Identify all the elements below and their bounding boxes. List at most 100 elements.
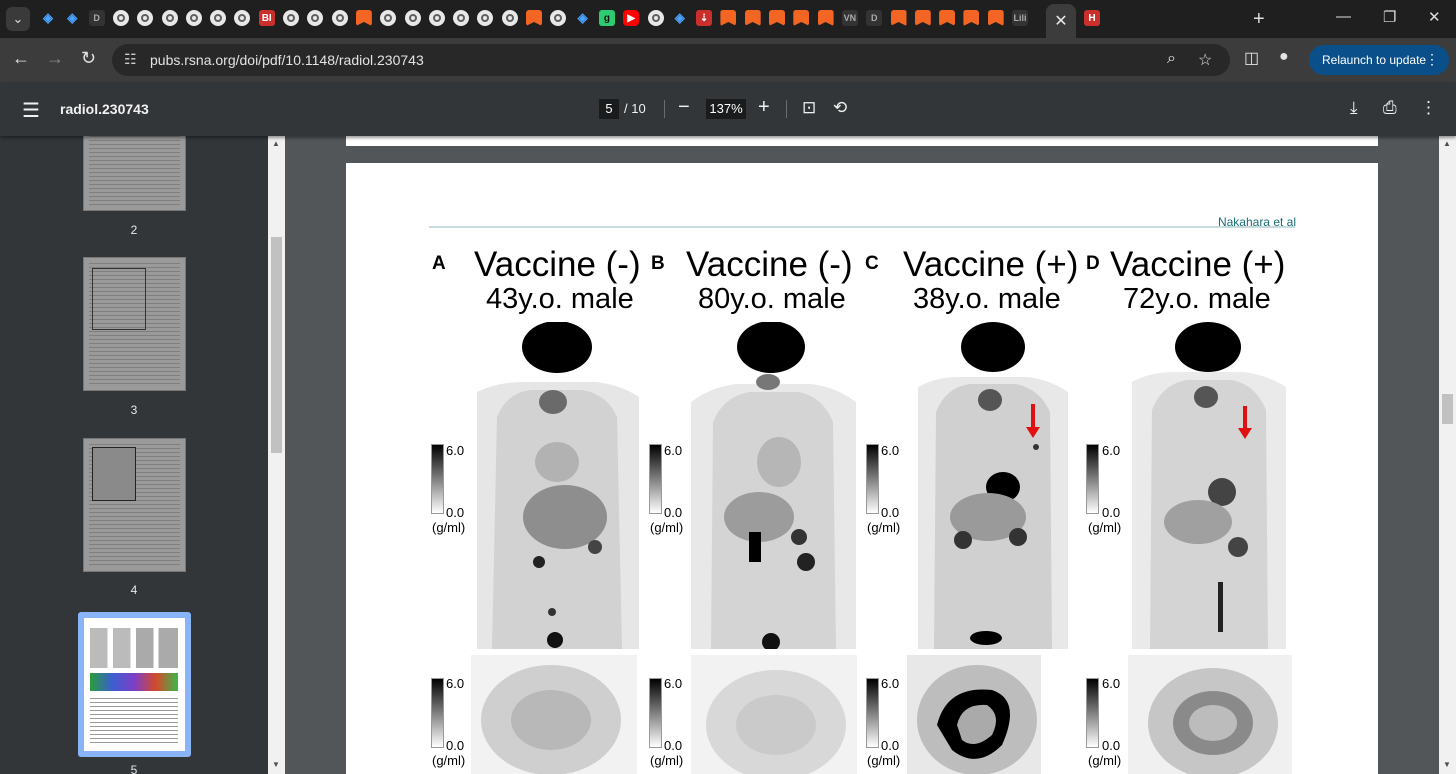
globe-tab-icon[interactable] [501,10,518,26]
globe-tab-icon[interactable] [428,10,445,26]
zoom-out-icon[interactable]: − [678,96,690,119]
globe-tab-icon[interactable] [380,10,397,26]
globe-tab-icon[interactable] [307,10,324,26]
document-scroll-thumb[interactable] [1442,394,1453,424]
orange-tab-icon[interactable] [890,10,907,26]
scale-min: 0.0 [1102,505,1121,520]
thumbnail-page-4[interactable] [83,438,186,572]
panel-title: Vaccine (+) [1110,245,1286,284]
forward-icon[interactable]: → [46,48,64,69]
globe-tab-icon[interactable] [331,10,348,26]
dark-d-tab-icon[interactable]: D [88,10,105,26]
dark-d-tab-icon[interactable]: D [866,10,883,26]
address-bar[interactable]: ☷ pubs.rsna.org/doi/pdf/10.1148/radiol.2… [112,44,1230,76]
globe-tab-icon[interactable] [404,10,421,26]
more-options-icon[interactable]: ⋮ [1420,98,1437,118]
zoom-icon[interactable]: ⌕ [1167,50,1176,68]
document-scrollbar[interactable]: ▲ ▼ [1439,136,1456,774]
scroll-down-icon[interactable]: ▼ [272,760,280,769]
dark-lili-tab-icon[interactable]: Lili [1012,10,1028,26]
scale-min: 0.0 [664,505,683,520]
restore-icon[interactable]: ❐ [1383,8,1396,26]
red-arrow-tab-icon[interactable]: ⇣ [696,10,713,26]
color-scale-bar [649,444,662,514]
scroll-down-icon[interactable]: ▼ [1443,760,1451,769]
scroll-up-icon[interactable]: ▲ [272,139,280,148]
side-panel-icon[interactable]: ◫ [1244,48,1259,68]
back-icon[interactable]: ← [12,48,30,69]
active-tab[interactable]: ✕ [1046,4,1076,38]
globe-tab-icon[interactable] [112,10,129,26]
panel-title: Vaccine (-) [474,245,641,284]
color-scale-bar [1086,678,1099,748]
green-g-tab-icon[interactable]: g [598,10,615,26]
menu-dots-icon[interactable]: ⋮ [1425,51,1439,68]
globe-tab-icon[interactable] [185,10,202,26]
hamburger-menu-icon[interactable]: ☰ [22,98,40,123]
orange-tab-icon[interactable] [769,10,785,26]
orange-tab-icon[interactable] [744,10,761,26]
panel-title: Vaccine (+) [903,245,1079,284]
profile-icon[interactable]: ● [1279,48,1289,66]
globe-tab-icon[interactable] [283,10,299,26]
youtube-tab-icon[interactable]: ▶ [623,10,640,26]
divider [786,100,787,118]
globe-tab-icon[interactable] [210,10,227,26]
orange-tab-icon[interactable] [355,10,372,26]
orange-tab-icon[interactable] [939,10,956,26]
thumbnail-page-2[interactable] [83,136,186,211]
sidebar-scrollbar[interactable]: ▲ ▼ [268,136,285,774]
scale-max: 6.0 [881,676,900,691]
shield-tab-icon[interactable]: ◈ [64,10,80,26]
thumbnail-label: 3 [130,403,138,417]
print-icon[interactable]: ⎙ [1383,98,1397,118]
red-h-tab-icon[interactable]: H [1084,10,1100,26]
table-figure [92,447,136,501]
shield-tab-icon[interactable]: ◈ [575,10,591,26]
scale-max: 6.0 [664,443,683,458]
bookmark-star-icon[interactable]: ☆ [1198,50,1212,70]
globe-tab-icon[interactable] [234,10,251,26]
close-window-icon[interactable]: ✕ [1428,8,1441,26]
url-text[interactable]: pubs.rsna.org/doi/pdf/10.1148/radiol.230… [150,52,424,68]
orange-tab-icon[interactable] [987,10,1004,26]
relaunch-button[interactable]: Relaunch to update ⋮ [1309,45,1449,75]
zoom-in-icon[interactable]: + [758,96,770,119]
thumbnail-page-3[interactable] [83,257,186,391]
scale-unit: (g/ml) [1088,520,1122,535]
close-tab-icon[interactable]: ✕ [1054,11,1067,31]
globe-tab-icon[interactable] [161,10,178,26]
orange-tab-icon[interactable] [526,10,542,26]
orange-tab-icon[interactable] [817,10,834,26]
minimize-icon[interactable]: — [1336,8,1351,25]
thumbnail-label: 4 [130,583,138,597]
zoom-level[interactable]: 137% [706,99,746,119]
rotate-icon[interactable]: ⟲ [833,98,847,118]
tab-search-button[interactable]: ⌄ [6,7,30,31]
globe-tab-icon[interactable] [477,10,494,26]
scroll-up-icon[interactable]: ▲ [1443,139,1451,148]
scale-unit: (g/ml) [867,520,901,535]
fit-page-icon[interactable]: ⊡ [802,98,816,118]
scale-max: 6.0 [881,443,900,458]
red-bi-tab-icon[interactable]: BI [258,10,275,26]
reload-icon[interactable]: ↻ [81,48,96,69]
thumbnail-page-5-selected[interactable] [78,612,191,757]
sidebar-scroll-thumb[interactable] [271,237,282,453]
new-tab-button[interactable]: + [1253,8,1265,31]
orange-tab-icon[interactable] [793,10,810,26]
download-icon[interactable]: ⤓ [1350,98,1358,118]
site-info-icon[interactable]: ☷ [124,51,137,68]
dark-vn-tab-icon[interactable]: VN [841,10,858,26]
globe-tab-icon[interactable] [453,10,470,26]
shield-tab-icon[interactable]: ◈ [40,10,56,26]
shield-tab-icon[interactable]: ◈ [672,10,688,26]
globe-tab-icon[interactable] [550,10,567,26]
browser-toolbar: ← → ↻ ☷ pubs.rsna.org/doi/pdf/10.1148/ra… [0,38,1456,82]
globe-tab-icon[interactable] [137,10,154,26]
globe-tab-icon[interactable] [647,10,664,26]
orange-tab-icon[interactable] [963,10,980,26]
page-number-input[interactable]: 5 [599,99,619,119]
orange-tab-icon[interactable] [914,10,931,26]
orange-tab-icon[interactable] [720,10,737,26]
